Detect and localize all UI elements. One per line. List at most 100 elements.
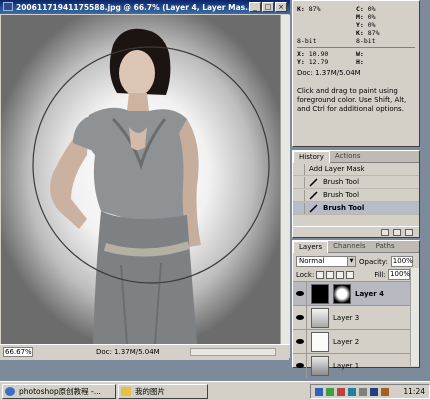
- layer-name: Layer 3: [333, 313, 360, 322]
- layer-row-layer-1[interactable]: Layer 1: [293, 353, 419, 378]
- lock-all-checkbox[interactable]: [346, 270, 355, 279]
- layers-scrollbar[interactable]: [410, 268, 419, 366]
- info-h-label: H:: [356, 58, 364, 66]
- layer-thumbnail: [311, 283, 329, 304]
- tray-app-icon[interactable]: [326, 388, 334, 396]
- lock-position-checkbox[interactable]: [336, 270, 345, 279]
- image-canvas[interactable]: [1, 15, 280, 344]
- tab-channels[interactable]: Channels: [328, 241, 370, 253]
- layers-panel: Layers Channels Paths Normal ▼ Opacity: 1…: [292, 240, 420, 378]
- info-k2-label: K:: [356, 29, 364, 37]
- visibility-eye-icon[interactable]: [293, 329, 307, 354]
- system-tray: 11:24: [310, 384, 430, 399]
- info-y-label: Y:: [356, 21, 364, 29]
- info-y2-value: 12.79: [308, 58, 329, 66]
- windows-taskbar: photoshop原创教程 -... 我的图片 11:24: [0, 381, 430, 400]
- info-m-value: 0%: [367, 13, 376, 21]
- history-item[interactable]: Brush Tool: [293, 189, 419, 202]
- maximize-button[interactable]: □: [262, 2, 274, 12]
- layer-name: Layer 2: [333, 337, 360, 346]
- lock-label: Lock:: [296, 270, 315, 279]
- blend-mode-value: Normal: [299, 257, 325, 265]
- canvas-horizontal-scrollbar[interactable]: [190, 348, 276, 356]
- new-document-from-state-button[interactable]: [381, 229, 389, 236]
- history-item-label: Brush Tool: [323, 191, 360, 199]
- layer-row-layer-4[interactable]: Layer 4: [293, 281, 419, 306]
- visibility-eye-icon[interactable]: [293, 305, 307, 330]
- zoom-field[interactable]: 66.67%: [3, 347, 33, 357]
- tray-input-icon[interactable]: [370, 388, 378, 396]
- tray-security-icon[interactable]: [337, 388, 345, 396]
- folder-icon: [121, 387, 131, 396]
- visibility-eye-icon[interactable]: [293, 281, 307, 306]
- info-k2-value: 87%: [367, 29, 380, 37]
- taskbar-item-label: 我的图片: [135, 387, 165, 396]
- browser-icon: [5, 387, 15, 396]
- layer-mask-thumbnail[interactable]: [333, 283, 351, 304]
- blend-mode-select[interactable]: Normal ▼: [296, 256, 356, 267]
- tab-actions[interactable]: Actions: [330, 151, 366, 163]
- close-button[interactable]: ×: [275, 2, 287, 12]
- opacity-field[interactable]: 100%: [390, 256, 413, 267]
- lock-pixels-checkbox[interactable]: [326, 270, 335, 279]
- layer-thumbnail: [311, 307, 329, 328]
- info-k-label: K:: [297, 5, 305, 13]
- history-item[interactable]: Add Layer Mask: [293, 163, 419, 176]
- opacity-label: Opacity:: [359, 257, 388, 266]
- info-bits-right: 8-bit: [356, 37, 376, 45]
- photoshop-icon: [3, 2, 13, 11]
- tray-network-icon[interactable]: [315, 388, 323, 396]
- tray-misc-icon[interactable]: [381, 388, 389, 396]
- info-y-value: 0%: [367, 21, 376, 29]
- info-m-label: M:: [356, 13, 364, 21]
- brush-icon: [309, 178, 318, 187]
- document-size-info[interactable]: Doc: 1.37M/5.04M: [96, 347, 160, 357]
- info-k-value: 87%: [308, 5, 321, 13]
- taskbar-item-my-pictures[interactable]: 我的图片: [118, 384, 208, 399]
- layer-name: Layer 4: [355, 289, 385, 298]
- history-item-label: Brush Tool: [323, 178, 360, 186]
- layer-thumbnail: [311, 331, 329, 352]
- tab-paths[interactable]: Paths: [371, 241, 400, 253]
- history-panel: History Actions Add Layer Mask Brush Too…: [292, 150, 420, 238]
- history-item-label: Add Layer Mask: [309, 165, 365, 173]
- taskbar-item-browser[interactable]: photoshop原创教程 -...: [2, 384, 116, 399]
- document-title-bar[interactable]: 20061171941175588.jpg @ 66.7% (Layer 4, …: [0, 0, 290, 14]
- visibility-eye-icon[interactable]: [293, 353, 307, 378]
- photo-woman-portrait: [32, 28, 270, 344]
- history-source-checkbox[interactable]: [295, 202, 305, 214]
- history-source-checkbox[interactable]: [295, 176, 305, 188]
- document-title: 20061171941175588.jpg @ 66.7% (Layer 4, …: [16, 3, 254, 12]
- tray-messenger-icon[interactable]: [348, 388, 356, 396]
- minimize-button[interactable]: _: [249, 2, 261, 12]
- delete-state-icon[interactable]: [405, 229, 413, 236]
- taskbar-item-label: photoshop原创教程 -...: [19, 387, 101, 396]
- history-item[interactable]: Brush Tool: [293, 176, 419, 189]
- layer-row-layer-3[interactable]: Layer 3: [293, 305, 419, 330]
- new-snapshot-button[interactable]: [393, 229, 401, 236]
- fill-label: Fill:: [374, 270, 387, 279]
- layer-name: Layer 1: [333, 361, 360, 370]
- layer-row-layer-2[interactable]: Layer 2: [293, 329, 419, 354]
- info-w-label: W:: [356, 50, 364, 58]
- document-status-bar: 66.67% Doc: 1.37M/5.04M: [0, 344, 290, 358]
- lock-transparency-checkbox[interactable]: [316, 270, 325, 279]
- tab-history[interactable]: History: [293, 151, 330, 163]
- layer-thumbnail: [311, 355, 329, 376]
- history-item-selected[interactable]: Brush Tool: [293, 202, 419, 215]
- chevron-down-icon: ▼: [347, 257, 355, 266]
- tool-hint-text: Click and drag to paint using foreground…: [297, 87, 407, 113]
- document-window[interactable]: 20061171941175588.jpg @ 66.7% (Layer 4, …: [0, 0, 290, 360]
- info-y2-label: Y:: [297, 58, 305, 66]
- history-source-checkbox[interactable]: [295, 163, 305, 175]
- fill-field[interactable]: 100%: [388, 269, 410, 280]
- brush-icon: [309, 204, 318, 213]
- history-source-checkbox[interactable]: [295, 189, 305, 201]
- clock[interactable]: 11:24: [403, 386, 425, 398]
- canvas-vertical-scrollbar[interactable]: [280, 15, 290, 344]
- info-doc-size: Doc: 1.37M/5.04M: [297, 69, 361, 77]
- tab-layers[interactable]: Layers: [293, 241, 329, 253]
- history-item-label: Brush Tool: [323, 204, 365, 212]
- brush-icon: [309, 191, 318, 200]
- tray-volume-icon[interactable]: [359, 388, 367, 396]
